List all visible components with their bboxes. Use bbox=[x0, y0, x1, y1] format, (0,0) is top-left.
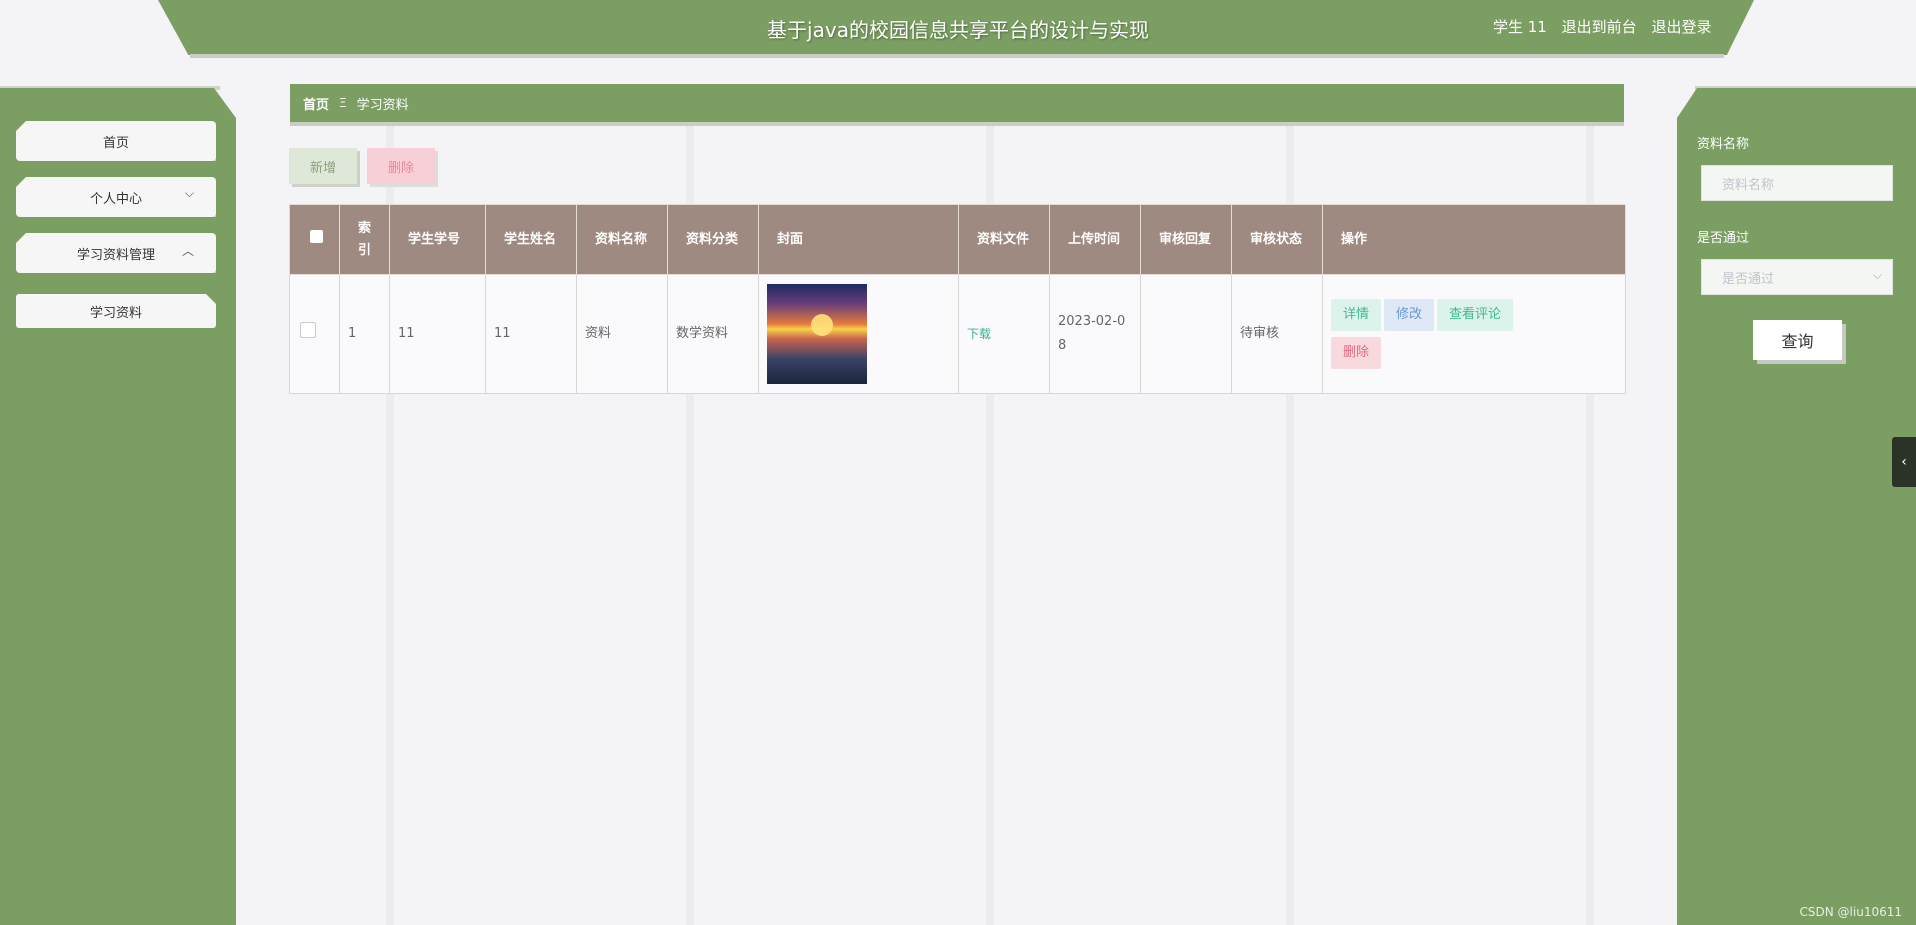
column-header: 上传时间 bbox=[1049, 204, 1141, 275]
watermark: CSDN @liu10611 bbox=[1799, 905, 1902, 919]
query-button[interactable]: 查询 bbox=[1753, 320, 1842, 360]
cell-reply bbox=[1140, 274, 1232, 394]
row-checkbox[interactable] bbox=[300, 321, 316, 338]
user-label: 学生 11 bbox=[1493, 18, 1547, 36]
cell-file: 下载 bbox=[958, 274, 1050, 394]
sidebar-item-study-material-management[interactable]: 学习资料管理 ︿ bbox=[16, 233, 216, 273]
column-header: 学生学号 bbox=[389, 204, 486, 275]
table-header-row: 索引 学生学号 学生姓名 资料名称 资料分类 封面 资料文件 上传时间 审核回复… bbox=[289, 204, 1626, 275]
table-row: 1 11 11 资料 数学资料 下载 2023-02-08 待审核 详情 修改 查看… bbox=[289, 274, 1626, 394]
breadcrumb-separator: Ξ bbox=[339, 96, 347, 110]
chevron-down-icon: ⌵ bbox=[184, 186, 194, 200]
column-header: 资料名称 bbox=[576, 204, 668, 275]
pass-filter-label: 是否通过 bbox=[1697, 231, 1750, 246]
add-button[interactable]: 新增 bbox=[289, 148, 357, 184]
column-header: 资料文件 bbox=[958, 204, 1050, 275]
breadcrumb-current: 学习资料 bbox=[356, 97, 409, 113]
column-header: 学生姓名 bbox=[485, 204, 577, 275]
detail-button[interactable]: 详情 bbox=[1331, 299, 1382, 331]
sidebar-item-profile[interactable]: 个人中心 ⌵ bbox=[16, 177, 216, 217]
sidebar-item-label: 个人中心 bbox=[89, 191, 142, 207]
submenu-item-label: 学习资料 bbox=[89, 305, 142, 321]
cell-student-name: 11 bbox=[485, 274, 577, 394]
column-header: 审核状态 bbox=[1231, 204, 1323, 275]
column-header: 封面 bbox=[758, 204, 959, 275]
select-all-checkbox[interactable] bbox=[310, 229, 323, 243]
breadcrumb-home[interactable]: 首页 bbox=[303, 94, 329, 113]
name-search-input[interactable]: 资料名称 bbox=[1701, 165, 1893, 201]
chevron-down-icon: ⌵ bbox=[1872, 268, 1882, 282]
column-header: 资料分类 bbox=[667, 204, 759, 275]
sidebar-item-label: 首页 bbox=[102, 135, 129, 151]
edit-button[interactable]: 修改 bbox=[1384, 299, 1435, 331]
column-header: 操作 bbox=[1322, 204, 1626, 275]
breadcrumb-divider bbox=[290, 122, 1624, 126]
cell-upload-time: 2023-02-08 bbox=[1049, 274, 1141, 394]
cell-student-no: 11 bbox=[389, 274, 486, 394]
cell-operations: 详情 修改 查看评论 删除 bbox=[1322, 274, 1626, 394]
cell-cover bbox=[758, 274, 959, 394]
column-header: 审核回复 bbox=[1140, 204, 1232, 275]
cell-material-name: 资料 bbox=[576, 274, 668, 394]
cell-status: 待审核 bbox=[1231, 274, 1323, 394]
breadcrumb: 首页 Ξ 学习资料 bbox=[290, 84, 1624, 122]
user-area: 学生 11 退出到前台 退出登录 bbox=[1493, 16, 1721, 37]
download-link[interactable]: 下载 bbox=[967, 327, 991, 341]
pass-select-placeholder: 是否通过 bbox=[1722, 271, 1775, 287]
exit-to-front-link[interactable]: 退出到前台 bbox=[1562, 18, 1637, 36]
sidebar-item-label: 学习资料管理 bbox=[76, 247, 155, 263]
cell-index: 1 bbox=[339, 274, 390, 394]
delete-button[interactable]: 删除 bbox=[1331, 337, 1382, 369]
view-comments-button[interactable]: 查看评论 bbox=[1437, 299, 1514, 331]
batch-delete-button[interactable]: 删除 bbox=[367, 148, 435, 184]
logout-link[interactable]: 退出登录 bbox=[1651, 18, 1711, 36]
right-search-panel bbox=[1677, 88, 1916, 925]
collapse-panel-icon[interactable]: ‹ bbox=[1892, 437, 1916, 487]
cover-thumbnail[interactable] bbox=[767, 284, 867, 384]
select-all-header[interactable] bbox=[289, 204, 340, 275]
column-header: 索引 bbox=[339, 204, 390, 275]
submenu-item-study-material[interactable]: 学习资料 bbox=[16, 294, 216, 328]
sidebar-item-home[interactable]: 首页 bbox=[16, 121, 216, 161]
chevron-up-icon: ︿ bbox=[181, 244, 194, 258]
pass-status-select[interactable]: 是否通过 ⌵ bbox=[1701, 259, 1893, 295]
header-divider bbox=[190, 54, 1724, 58]
cell-category: 数学资料 bbox=[667, 274, 759, 394]
name-filter-label: 资料名称 bbox=[1697, 137, 1750, 152]
data-table: 索引 学生学号 学生姓名 资料名称 资料分类 封面 资料文件 上传时间 审核回复… bbox=[289, 204, 1626, 394]
